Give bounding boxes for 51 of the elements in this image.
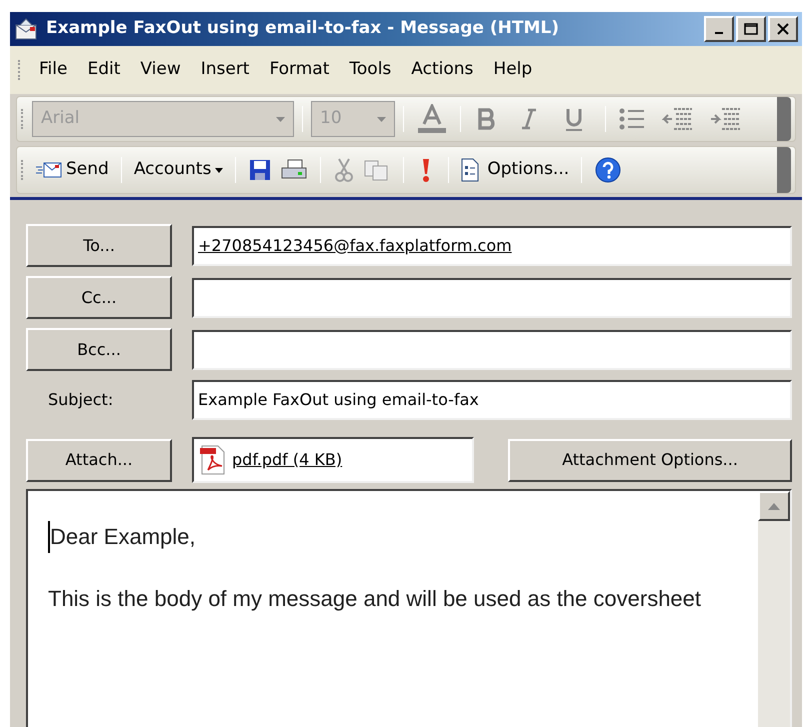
- increase-indent-icon[interactable]: [710, 106, 742, 132]
- close-icon: [777, 23, 789, 35]
- accounts-menu[interactable]: Accounts: [130, 157, 228, 183]
- italic-icon[interactable]: [519, 107, 539, 131]
- minimize-icon: [715, 32, 723, 34]
- close-button[interactable]: [768, 16, 798, 42]
- attachment-options-button[interactable]: Attachment Options...: [508, 438, 792, 482]
- input-field[interactable]: [192, 278, 792, 318]
- attachment-field[interactable]: pdf.pdf (4 KB): [192, 437, 474, 483]
- menu-item[interactable]: File: [29, 57, 78, 83]
- caret-icon: [215, 168, 224, 172]
- up-arrow-icon: [768, 502, 780, 510]
- help-icon[interactable]: [594, 156, 622, 184]
- menu-item[interactable]: View: [130, 57, 191, 83]
- document-icon: [461, 158, 480, 182]
- message-body[interactable]: Dear Example, This is the body of my message and will be used as the coversheet: [26, 489, 792, 727]
- input-field[interactable]: +270854123456@fax.faxplatform.com: [192, 226, 792, 266]
- scroll-up-button[interactable]: [758, 491, 790, 521]
- window-title: Example FaxOut using email-to-fax - Message (HTML): [46, 17, 559, 40]
- grip-icon[interactable]: [21, 109, 24, 129]
- minimize-button[interactable]: [704, 16, 734, 42]
- grip-icon[interactable]: [21, 160, 24, 180]
- maximize-icon: [744, 23, 758, 35]
- scrollbar[interactable]: [758, 491, 790, 727]
- caret-icon: [377, 116, 386, 122]
- menu-item[interactable]: Format: [259, 57, 340, 83]
- body-paragraph: Dear Example,: [48, 521, 708, 553]
- field-label: Subject:: [47, 389, 114, 411]
- address-button[interactable]: To...: [26, 224, 172, 267]
- send-button[interactable]: Send: [32, 157, 113, 183]
- caret-icon: [276, 116, 285, 122]
- bullet-list-icon[interactable]: [618, 106, 646, 132]
- menu-item[interactable]: Tools: [339, 57, 402, 83]
- address-button[interactable]: Cc...: [26, 276, 172, 319]
- menu-item[interactable]: Actions: [401, 57, 484, 83]
- envelope-icon: [36, 161, 62, 179]
- address-button[interactable]: Bcc...: [26, 328, 172, 371]
- menu-item[interactable]: Edit: [77, 57, 130, 83]
- decrease-indent-icon[interactable]: [662, 106, 694, 132]
- input-field[interactable]: [192, 330, 792, 370]
- menu-item[interactable]: Help: [483, 57, 542, 83]
- attachment-link[interactable]: pdf.pdf (4 KB): [232, 448, 342, 472]
- underline-icon[interactable]: [563, 106, 585, 132]
- input-field[interactable]: Example FaxOut using email-to-fax: [192, 380, 792, 420]
- options-button[interactable]: Options...: [457, 157, 574, 183]
- grip-icon[interactable]: [18, 60, 21, 80]
- maximize-button[interactable]: [736, 16, 766, 42]
- font-color-icon[interactable]: [416, 104, 448, 134]
- attach-button[interactable]: Attach...: [26, 438, 172, 482]
- menu-item[interactable]: Insert: [190, 57, 260, 83]
- body-paragraph: This is the body of my message and will be used as the coversheet: [48, 585, 702, 613]
